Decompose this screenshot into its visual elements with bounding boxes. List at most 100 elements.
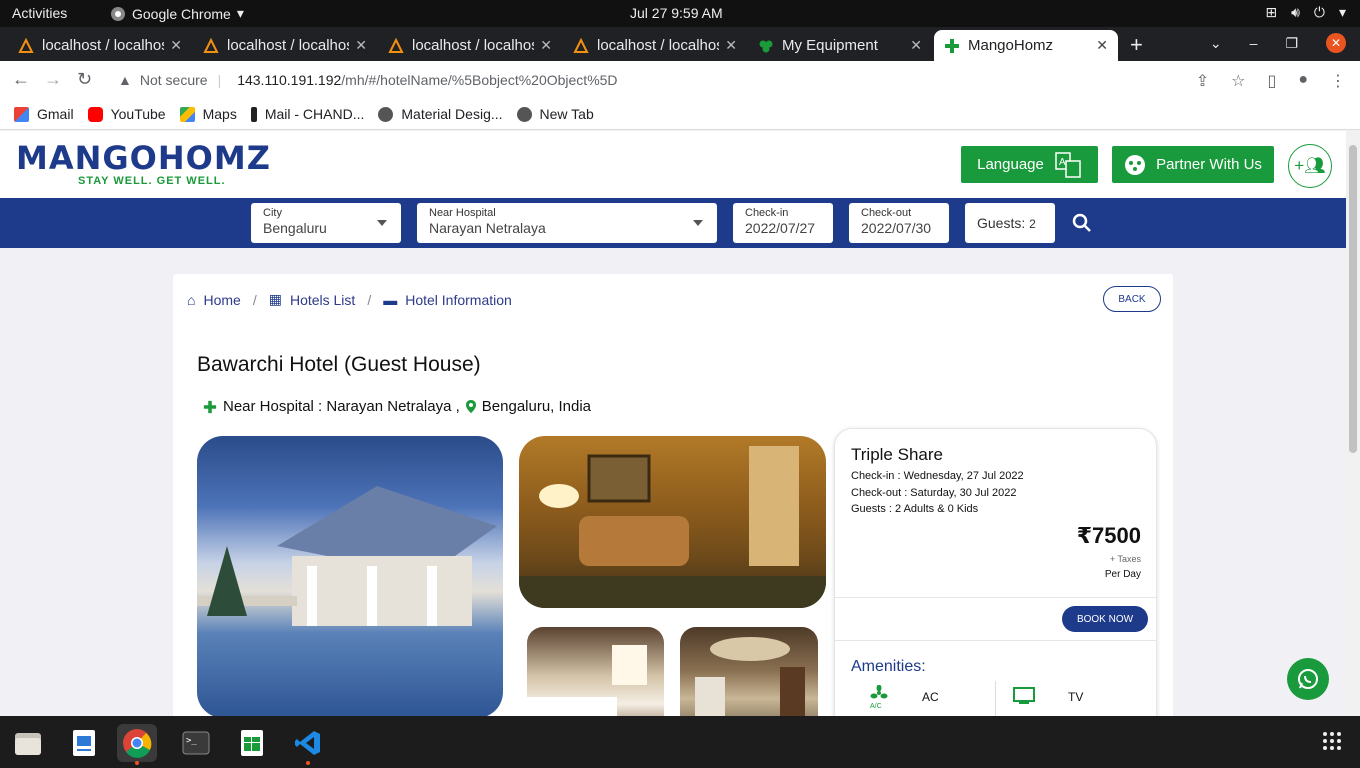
clover-icon <box>759 40 773 52</box>
tab-localhost-2[interactable]: localhost / localhost ✕ <box>193 30 377 61</box>
toolbar-actions: ⇪ ☆ ▯ ● ⋮ <box>1196 71 1346 91</box>
bookmark-star-icon[interactable]: ☆ <box>1231 71 1245 91</box>
tab-localhost-3[interactable]: localhost / localhost ✕ <box>378 30 562 61</box>
clock[interactable]: Jul 27 9:59 AM <box>630 5 723 21</box>
room-checkin: Check-in : Wednesday, 27 Jul 2022 <box>851 470 1024 482</box>
back-arrow-icon[interactable]: ← <box>12 69 30 90</box>
divider <box>835 640 1156 641</box>
checkout-value: 2022/07/30 <box>861 220 932 236</box>
amenities-title: Amenities: <box>851 658 926 675</box>
phpmyadmin-icon <box>573 37 589 53</box>
breadcrumb-home[interactable]: Home <box>203 292 240 308</box>
reload-icon[interactable]: ↻ <box>77 69 92 90</box>
bookmark-youtube[interactable]: YouTube <box>87 106 166 122</box>
hotel-photo-restaurant[interactable] <box>680 627 818 716</box>
language-button[interactable]: Language A <box>961 146 1098 183</box>
calc-app[interactable] <box>232 724 272 762</box>
activities-button[interactable]: Activities <box>12 5 67 21</box>
forward-arrow-icon[interactable]: → <box>44 69 62 90</box>
medical-cross-icon <box>203 400 217 413</box>
close-icon[interactable]: ✕ <box>355 37 367 54</box>
location-pin-icon <box>465 400 476 413</box>
restore-icon[interactable]: ❐ <box>1285 35 1298 52</box>
vscode-app[interactable] <box>288 724 328 765</box>
tab-localhost-1[interactable]: localhost / localhost ✕ <box>8 30 192 61</box>
app-menu[interactable]: Google Chrome ▾ <box>110 5 244 22</box>
book-now-button[interactable]: BOOK NOW <box>1062 606 1148 632</box>
folder-icon <box>15 733 41 755</box>
tab-localhost-4[interactable]: localhost / localhost ✕ <box>563 30 747 61</box>
security-label[interactable]: Not secure <box>140 72 208 88</box>
near-hospital-text: Near Hospital : Narayan Netralaya , <box>223 398 460 415</box>
terminal-app[interactable]: >_ <box>176 724 216 762</box>
bookmark-maps[interactable]: Maps <box>179 106 237 122</box>
writer-app[interactable] <box>64 724 104 762</box>
menu-kebab-icon[interactable]: ⋮ <box>1330 71 1346 91</box>
breadcrumb-separator: / <box>252 291 257 308</box>
hotel-photo-lounge[interactable] <box>519 436 826 608</box>
tab-search-icon[interactable]: ⌄ <box>1210 35 1222 52</box>
room-price: ₹7500 <box>1076 523 1141 548</box>
close-icon[interactable]: ✕ <box>540 37 552 54</box>
back-button[interactable]: BACK <box>1103 286 1161 312</box>
chevron-down-icon: ▾ <box>1338 4 1346 20</box>
running-indicator <box>135 761 139 765</box>
url-field[interactable]: ▲ Not secure | 143.110.191.192/mh/#/hote… <box>108 65 1258 95</box>
new-tab-button[interactable]: + <box>1130 32 1143 58</box>
breadcrumb-hotels-list[interactable]: Hotels List <box>290 292 355 308</box>
warning-icon[interactable]: ▲ <box>118 72 132 88</box>
app-name: Google Chrome <box>132 5 231 22</box>
close-icon[interactable]: ✕ <box>910 37 922 54</box>
add-user-button[interactable]: +👥︎ <box>1288 144 1332 188</box>
tab-title: localhost / localhost <box>42 37 165 54</box>
close-icon[interactable]: ✕ <box>1096 37 1108 54</box>
phpmyadmin-icon <box>388 37 404 53</box>
url-text[interactable]: 143.110.191.192/mh/#/hotelName/%5Bobject… <box>237 72 617 88</box>
checkout-field[interactable]: Check-out 2022/07/30 <box>849 203 949 243</box>
close-icon[interactable]: ✕ <box>170 37 182 54</box>
chrome-app[interactable] <box>117 724 157 765</box>
vscode-icon <box>295 731 320 755</box>
volume-icon: 🔊︎ <box>1291 4 1300 20</box>
city-value: Bengaluru <box>263 220 327 236</box>
hospital-value: Narayan Netralaya <box>429 220 546 236</box>
guests-field[interactable]: Guests: 2 <box>965 203 1055 243</box>
chevron-down-icon <box>377 220 387 226</box>
site-logo[interactable]: MANGOHOMZ STAY WELL. GET WELL. <box>16 139 271 187</box>
partner-with-us-button[interactable]: Partner With Us <box>1112 146 1274 183</box>
scrollbar-thumb[interactable] <box>1349 145 1357 453</box>
mail-icon <box>250 106 257 122</box>
bookmark-mail[interactable]: Mail - CHAND... <box>250 106 364 122</box>
tab-my-equipment[interactable]: My Equipment ✕ <box>748 30 932 61</box>
tab-mangohomz[interactable]: MangoHomz ✕ <box>934 30 1118 61</box>
breadcrumb-hotel-information[interactable]: Hotel Information <box>405 292 512 308</box>
hotel-photo-pool[interactable] <box>197 436 503 716</box>
search-icon[interactable] <box>1071 212 1093 234</box>
system-top-bar: Activities Google Chrome ▾ Jul 27 9:59 A… <box>0 0 1360 27</box>
profile-icon[interactable]: ● <box>1298 71 1308 91</box>
phpmyadmin-icon <box>18 37 34 53</box>
checkin-field[interactable]: Check-in 2022/07/27 <box>733 203 833 243</box>
hotel-photo-bedroom[interactable] <box>527 627 664 716</box>
system-tray[interactable]: ⊞ 🔊︎ ⏻ ▾ <box>1265 4 1346 21</box>
pool-pavilion-image <box>197 486 497 626</box>
city-select[interactable]: City Bengaluru <box>251 203 401 243</box>
checkin-value: 2022/07/27 <box>745 220 816 236</box>
minimize-icon[interactable]: – <box>1250 35 1258 51</box>
close-icon[interactable]: ✕ <box>725 37 737 54</box>
bookmark-gmail[interactable]: Gmail <box>14 106 74 122</box>
bookmark-material[interactable]: Material Desig... <box>378 106 503 122</box>
amenity-ac: AC <box>922 690 939 704</box>
bookmarks-bar: Gmail YouTube Maps Mail - CHAND... Mater… <box>0 99 1360 130</box>
hospital-select[interactable]: Near Hospital Narayan Netralaya <box>417 203 717 243</box>
share-icon[interactable]: ⇪ <box>1196 71 1209 91</box>
side-panel-icon[interactable]: ▯ <box>1268 71 1277 91</box>
window-close-icon[interactable]: ✕ <box>1326 33 1346 53</box>
bookmark-newtab[interactable]: New Tab <box>516 106 594 122</box>
language-label: Language <box>977 156 1044 173</box>
page-scrollbar[interactable] <box>1346 131 1360 716</box>
show-apps-grid-icon[interactable] <box>1322 731 1342 751</box>
files-app[interactable] <box>8 724 48 762</box>
partner-label: Partner With Us <box>1156 156 1262 173</box>
whatsapp-chat-button[interactable] <box>1287 658 1329 700</box>
